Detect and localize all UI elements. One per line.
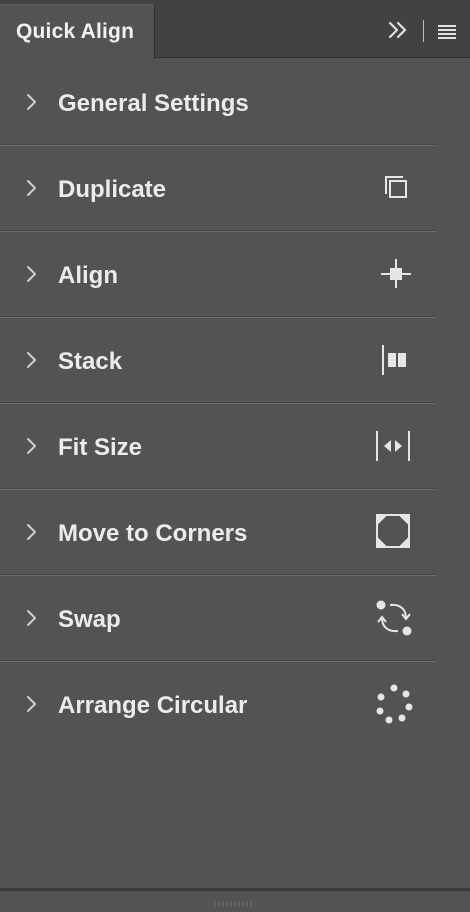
- section-fit-size[interactable]: Fit Size: [0, 404, 470, 490]
- align-center-icon: [374, 254, 414, 294]
- section-label: General Settings: [58, 90, 249, 117]
- swap-icon: [374, 598, 414, 638]
- hamburger-menu-icon[interactable]: [434, 19, 460, 43]
- section-label: Swap: [58, 606, 121, 633]
- section-move-to-corners[interactable]: Move to Corners: [0, 490, 470, 576]
- chevron-right-icon[interactable]: [24, 522, 38, 542]
- section-label: Duplicate: [58, 176, 167, 203]
- arrange-circular-icon: [374, 684, 414, 724]
- section-list: General Settings Duplicate Align Stack F…: [0, 60, 470, 748]
- panel-bottom-bar: [0, 888, 470, 907]
- chevron-right-icon[interactable]: [24, 350, 38, 370]
- chevron-right-icon[interactable]: [24, 694, 38, 714]
- chevron-right-icon[interactable]: [24, 178, 38, 198]
- chevron-right-icon[interactable]: [24, 264, 38, 284]
- toolbar-separator: [423, 20, 424, 42]
- section-arrange-circular[interactable]: Arrange Circular: [0, 662, 470, 748]
- tab-label: Quick Align: [16, 20, 135, 43]
- duplicate-icon: [374, 168, 414, 208]
- panel-tab-bar: Quick Align: [0, 0, 470, 59]
- section-duplicate[interactable]: Duplicate: [0, 146, 470, 232]
- section-general-settings[interactable]: General Settings: [0, 60, 470, 146]
- stack-icon: [374, 340, 414, 380]
- double-chevron-right-icon[interactable]: [384, 16, 414, 44]
- resize-grip-icon[interactable]: [213, 894, 255, 907]
- section-label: Arrange Circular: [58, 692, 248, 719]
- section-label: Align: [58, 262, 118, 289]
- fit-size-icon: [374, 426, 414, 466]
- section-label: Fit Size: [58, 434, 143, 461]
- section-swap[interactable]: Swap: [0, 576, 470, 662]
- quick-align-panel: Quick Align General Settings Duplicate A…: [0, 0, 470, 907]
- section-align[interactable]: Align: [0, 232, 470, 318]
- section-label: Move to Corners: [58, 520, 248, 547]
- tab-quick-align[interactable]: Quick Align: [0, 4, 155, 59]
- chevron-right-icon[interactable]: [24, 92, 38, 112]
- move-to-corners-icon: [374, 512, 414, 552]
- chevron-right-icon[interactable]: [24, 608, 38, 628]
- section-stack[interactable]: Stack: [0, 318, 470, 404]
- section-label: Stack: [58, 348, 123, 375]
- chevron-right-icon[interactable]: [24, 436, 38, 456]
